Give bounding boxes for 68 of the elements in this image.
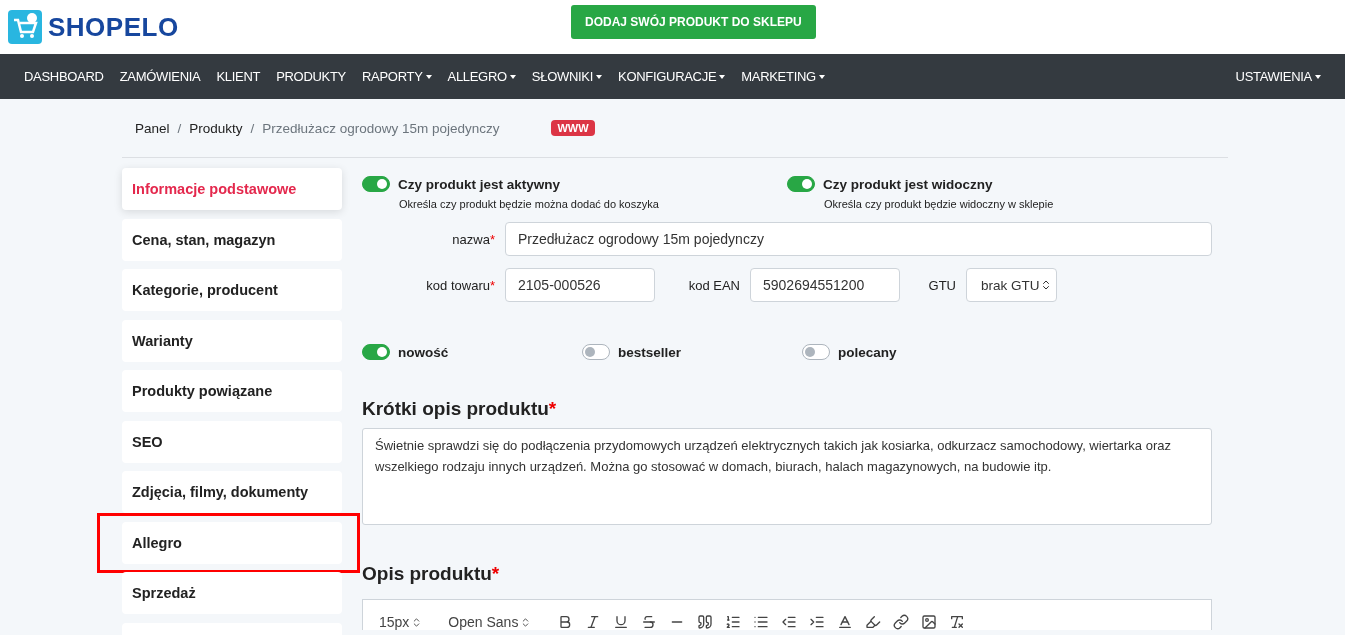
required-asterisk: * — [489, 277, 495, 293]
field-label: kod EAN — [687, 277, 741, 293]
toggle-label: polecany — [838, 344, 897, 360]
breadcrumb-link[interactable]: Produkty — [189, 120, 243, 136]
nav-item[interactable]: USTAWIENIA — [1227, 69, 1329, 84]
gtu-select[interactable]: brak GTU — [966, 268, 1057, 302]
toggle-switch[interactable] — [802, 344, 830, 360]
name-input[interactable]: Przedłużacz ogrodowy 15m pojedynczy — [505, 222, 1212, 256]
sidebar-item[interactable]: SEO — [122, 420, 342, 463]
required-asterisk: * — [489, 231, 495, 247]
toggle-hint: Określa czy produkt będzie można dodać do koszyka — [399, 198, 660, 210]
required-asterisk: * — [548, 398, 557, 419]
nav-item[interactable]: KONFIGURACJE — [610, 69, 734, 84]
nav-item[interactable]: KLIENT — [208, 69, 269, 84]
toggle-switch[interactable] — [362, 344, 390, 360]
sidebar-item[interactable]: Zdjęcia, filmy, dokumenty — [122, 471, 342, 513]
outdent-icon[interactable] — [781, 614, 798, 630]
ordered-list-icon[interactable] — [725, 614, 742, 630]
toggle-label: bestseller — [618, 344, 682, 360]
nav-item[interactable]: SŁOWNIKI — [523, 69, 610, 84]
quote-icon[interactable] — [697, 614, 714, 630]
sidebar-item[interactable]: Sprzedaż — [122, 572, 342, 614]
strikethrough-icon[interactable] — [641, 614, 658, 630]
field-label: nazwa* — [451, 231, 496, 247]
toggle-label: Czy produkt jest aktywny — [398, 176, 561, 192]
nav-item[interactable]: PRODUKTY — [268, 69, 354, 84]
nav-item[interactable]: MARKETING — [733, 69, 833, 84]
link-icon[interactable] — [893, 614, 910, 630]
product-code-input[interactable]: 2105-000526 — [505, 268, 655, 302]
toggle-label: Czy produkt jest widoczny — [823, 176, 993, 192]
sidebar-item[interactable]: Kategorie, producent — [122, 269, 342, 311]
current-page-label: Przedłużacz ogrodowy 15m pojedynczy — [262, 120, 500, 136]
sidebar-item[interactable]: Produkty powiązane — [122, 370, 342, 412]
highlight-icon[interactable] — [865, 614, 882, 630]
breadcrumb-separator: / — [250, 120, 255, 136]
cart-logo-icon — [8, 10, 42, 44]
toggle-switch[interactable] — [787, 176, 815, 192]
clear-format-icon[interactable] — [949, 614, 966, 630]
breadcrumb-separator: / — [177, 120, 182, 136]
indent-icon[interactable] — [809, 614, 826, 630]
field-label: GTU — [927, 277, 957, 293]
breadcrumb-link[interactable]: Panel — [135, 120, 170, 136]
short-description-textarea[interactable]: Świetnie sprawdzi się do podłączenia przydomowych urządzeń elektrycznych takich jak kosiarka, odkurzacz samochodowy, wiertarka oraz wszelkiego rodzaju innych urządzeń. Można go stosować w domach, biurach, halach magazynowych, na budowie itp. — [362, 428, 1212, 525]
nav-item[interactable]: RAPORTY — [354, 69, 440, 84]
bullet-list-icon[interactable] — [753, 614, 770, 630]
nav-item[interactable]: ALLEGRO — [439, 69, 524, 84]
font-size-select[interactable]: 15px — [379, 614, 423, 630]
required-asterisk: * — [491, 563, 500, 584]
toggle-hint: Określa czy produkt będzie widoczny w sklepie — [824, 198, 1055, 210]
ean-input[interactable]: 5902694551200 — [750, 268, 900, 302]
toggle-switch[interactable] — [582, 344, 610, 360]
sidebar-item[interactable]: Warianty — [122, 319, 342, 362]
sidebar-item[interactable]: Informacje podstawowe — [122, 168, 342, 210]
sidebar-item[interactable]: Cena, stan, magazyn — [122, 218, 342, 261]
logo-text: SHOPELO — [48, 11, 179, 43]
section-title: Krótki opis produktu* — [362, 398, 558, 420]
text-color-icon[interactable] — [837, 614, 854, 630]
toggle-switch[interactable] — [362, 176, 390, 192]
image-icon[interactable] — [921, 614, 938, 630]
section-title: Opis produktu* — [362, 563, 501, 585]
sidebar-item[interactable]: Allegro — [122, 521, 342, 564]
font-family-select[interactable]: Open Sans — [448, 614, 532, 630]
nav-item[interactable]: DASHBOARD — [16, 69, 112, 84]
toggle-label: nowość — [398, 344, 449, 360]
underline-icon[interactable] — [613, 614, 630, 630]
nav-item[interactable]: ZAMÓWIENIA — [111, 69, 209, 84]
status-badge: WWW — [551, 120, 595, 136]
field-label: kod towaru* — [425, 277, 496, 293]
